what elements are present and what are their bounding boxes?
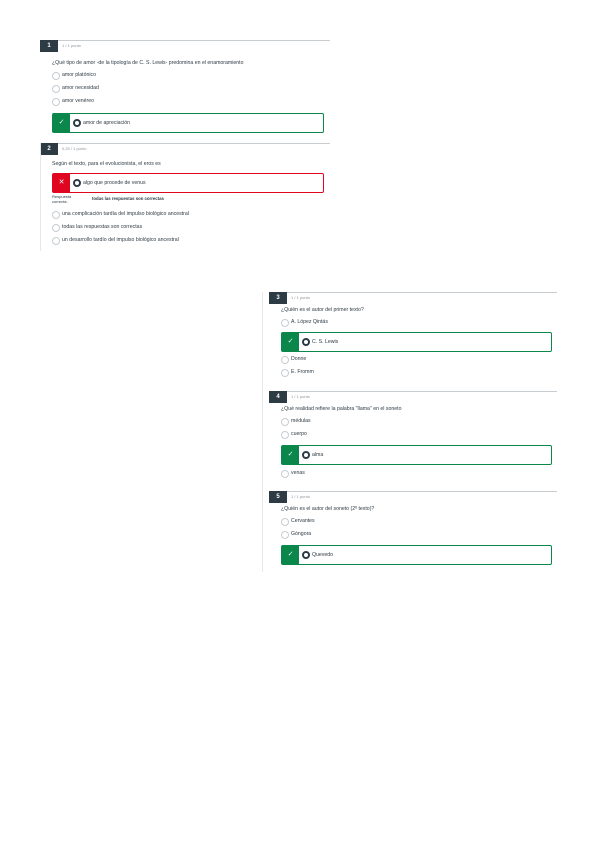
divider bbox=[269, 292, 557, 293]
question-score: 0,25 / 1 punto bbox=[62, 146, 87, 151]
question-score: 1 / 1 punto bbox=[291, 494, 310, 499]
answer-option[interactable]: amor venéreo bbox=[40, 95, 330, 108]
question-header: 4 1 / 1 punto bbox=[269, 391, 557, 405]
check-icon: ✓ bbox=[282, 446, 299, 464]
question-score: 1 / 1 punto bbox=[291, 394, 310, 399]
question-number: 3 bbox=[269, 292, 287, 304]
radio-button[interactable] bbox=[52, 85, 60, 93]
selected-answer-correct[interactable]: ✓ amor de apreciación bbox=[52, 113, 324, 133]
selected-answer-wrong[interactable]: ✕ algo que procede de venus bbox=[52, 173, 324, 193]
answer-option[interactable]: A. López Qintás bbox=[269, 316, 557, 329]
question-score: 1 / 1 punto bbox=[62, 43, 81, 48]
check-icon: ✓ bbox=[53, 114, 70, 132]
question-header: 1 1 / 1 punto bbox=[40, 40, 330, 54]
question-text: ¿Qué tipo de amor -de la tipología de C.… bbox=[52, 60, 244, 66]
scroll-edge bbox=[262, 292, 263, 572]
radio-button[interactable] bbox=[52, 211, 60, 219]
answer-option[interactable]: Cervantes bbox=[269, 515, 557, 528]
radio-selected[interactable] bbox=[302, 451, 310, 459]
divider bbox=[269, 491, 557, 492]
correct-answer-label: Respuesta correcta: bbox=[52, 194, 72, 204]
correct-answer-value: todas las respuestas son correctas bbox=[92, 196, 164, 201]
divider bbox=[40, 143, 330, 144]
radio-button[interactable] bbox=[281, 319, 289, 327]
radio-button[interactable] bbox=[52, 237, 60, 245]
answer-option[interactable]: Góngora bbox=[269, 528, 557, 541]
question-text: Según el texto, para el evolucionista, e… bbox=[52, 161, 161, 167]
question-2: 2 0,25 / 1 punto Según el texto, para el… bbox=[40, 143, 330, 251]
question-score: 1 / 1 punto bbox=[291, 295, 310, 300]
divider bbox=[40, 40, 330, 41]
answer-option[interactable]: cuerpo bbox=[269, 428, 557, 441]
radio-selected[interactable] bbox=[73, 179, 81, 187]
question-header: 2 0,25 / 1 punto bbox=[40, 143, 330, 157]
radio-selected[interactable] bbox=[73, 119, 81, 127]
question-4: 4 1 / 1 punto ¿Qué realidad refiere la p… bbox=[269, 391, 557, 483]
radio-button[interactable] bbox=[52, 72, 60, 80]
question-number: 4 bbox=[269, 391, 287, 403]
answer-option[interactable]: una complicación tardía del impulso biol… bbox=[40, 208, 330, 221]
question-number: 2 bbox=[40, 143, 58, 155]
close-icon: ✕ bbox=[53, 174, 70, 192]
question-number: 5 bbox=[269, 491, 287, 503]
question-1: 1 1 / 1 punto ¿Qué tipo de amor -de la t… bbox=[40, 40, 330, 140]
radio-button[interactable] bbox=[281, 356, 289, 364]
radio-selected[interactable] bbox=[302, 551, 310, 559]
radio-button[interactable] bbox=[281, 531, 289, 539]
radio-button[interactable] bbox=[281, 431, 289, 439]
selected-answer-correct[interactable]: ✓ Quevedo bbox=[281, 545, 552, 565]
question-3: 3 1 / 1 punto ¿Quién es el autor del pri… bbox=[269, 292, 557, 384]
answer-option[interactable]: E. Fromm bbox=[269, 366, 557, 379]
question-header: 5 1 / 1 punto bbox=[269, 491, 557, 505]
radio-button[interactable] bbox=[52, 224, 60, 232]
radio-button[interactable] bbox=[281, 470, 289, 478]
check-icon: ✓ bbox=[282, 333, 299, 351]
selected-answer-correct[interactable]: ✓ C. S. Lewis bbox=[281, 332, 552, 352]
radio-selected[interactable] bbox=[302, 338, 310, 346]
question-text: ¿Qué realidad refiere la palabra "llama"… bbox=[281, 406, 402, 412]
radio-button[interactable] bbox=[281, 418, 289, 426]
scroll-edge bbox=[40, 143, 41, 251]
question-number: 1 bbox=[40, 40, 58, 52]
answer-option[interactable]: un desarrollo tardío del impulso biológi… bbox=[40, 234, 330, 247]
answer-option[interactable]: amor platónico bbox=[40, 69, 330, 82]
answer-option[interactable]: todas las respuestas son correctas bbox=[40, 221, 330, 234]
radio-button[interactable] bbox=[281, 369, 289, 377]
answer-option[interactable]: venas bbox=[269, 467, 557, 480]
radio-button[interactable] bbox=[52, 98, 60, 106]
question-header: 3 1 / 1 punto bbox=[269, 292, 557, 306]
selected-answer-correct[interactable]: ✓ alma bbox=[281, 445, 552, 465]
answer-option[interactable]: médulas bbox=[269, 415, 557, 428]
radio-button[interactable] bbox=[281, 518, 289, 526]
question-text: ¿Quién es el autor del soneto (2º texto)… bbox=[281, 506, 375, 512]
correct-answer-note: Respuesta correcta: todas las respuestas… bbox=[52, 194, 322, 206]
question-5: 5 1 / 1 punto ¿Quién es el autor del son… bbox=[269, 491, 557, 571]
question-text: ¿Quién es el autor del primer texto? bbox=[281, 307, 364, 313]
divider bbox=[269, 391, 557, 392]
answer-option[interactable]: amor necesidad bbox=[40, 82, 330, 95]
check-icon: ✓ bbox=[282, 546, 299, 564]
answer-option[interactable]: Donne bbox=[269, 353, 557, 366]
